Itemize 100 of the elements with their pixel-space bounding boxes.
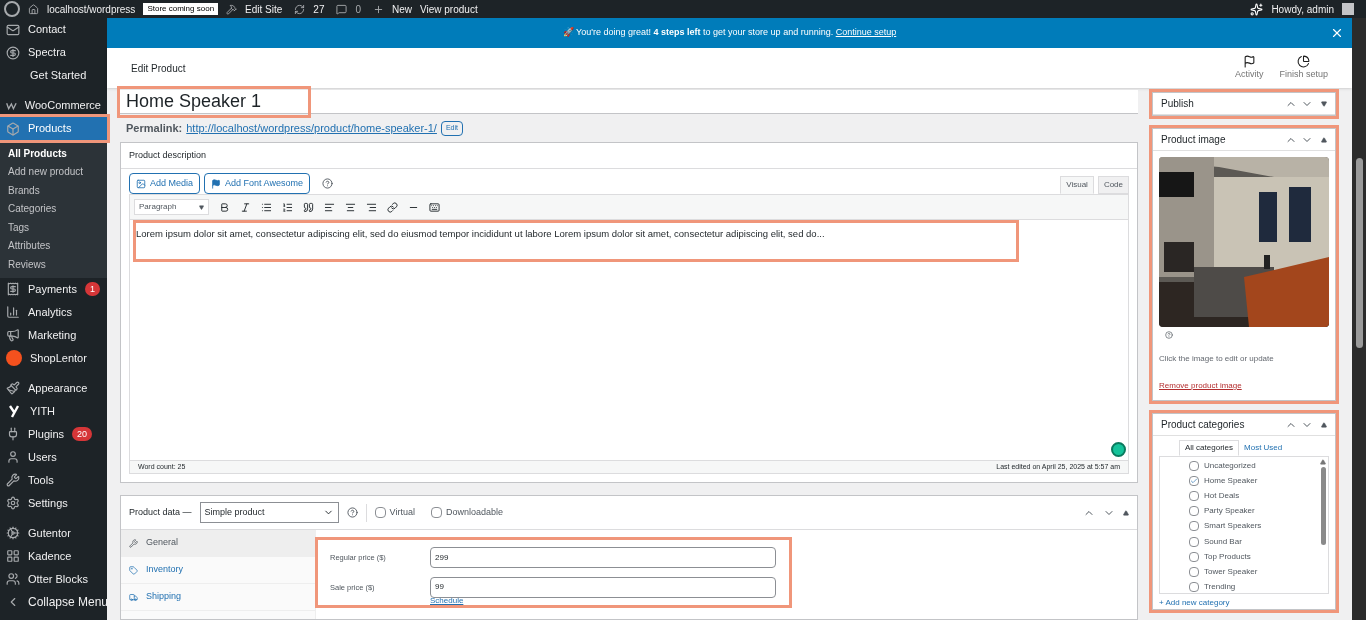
checkbox[interactable] [1189, 521, 1199, 532]
category-label[interactable]: Home Speaker [1204, 474, 1258, 487]
help-icon[interactable] [346, 507, 358, 518]
category-label[interactable]: Sound Bar [1204, 535, 1242, 548]
menu-item[interactable]: Gutentor [0, 521, 107, 545]
category-label[interactable]: Top Products [1204, 550, 1251, 563]
category-label[interactable]: Tower Speaker [1204, 565, 1258, 578]
menu-item[interactable]: Plugins 20 [0, 422, 107, 446]
align-right-icon[interactable] [366, 201, 377, 213]
checkbox[interactable] [1189, 582, 1199, 593]
bold-icon[interactable] [219, 201, 230, 213]
collapse-icon[interactable] [1123, 509, 1129, 516]
menu-item[interactable]: Products [0, 117, 107, 140]
category-tab[interactable]: All categories [1179, 440, 1240, 456]
menu-item[interactable]: ShopLentor [0, 346, 107, 370]
hammer-icon[interactable] [226, 3, 238, 15]
checkbox[interactable] [1189, 551, 1199, 562]
continue-setup-link[interactable]: Continue setup [835, 27, 897, 38]
edit-site-link[interactable]: Edit Site [245, 1, 283, 17]
menu-item[interactable]: Get Started [0, 64, 107, 87]
product-data-tab[interactable]: Shipping [121, 584, 315, 611]
quote-icon[interactable] [303, 201, 314, 213]
format-select[interactable]: Paragraph [134, 199, 209, 215]
product-data-tab[interactable]: General [121, 530, 315, 557]
menu-item[interactable]: Kadence [0, 544, 107, 568]
submenu-item[interactable]: Tags [0, 218, 107, 237]
caret-icon[interactable] [199, 204, 204, 210]
wrench-icon[interactable] [129, 538, 138, 548]
site-link[interactable]: localhost/wordpress [47, 1, 136, 17]
comments-count[interactable]: 0 [355, 1, 361, 17]
expand-icon[interactable] [1321, 100, 1327, 107]
comment-icon[interactable] [336, 3, 348, 15]
flag-icon[interactable] [1242, 54, 1256, 68]
category-label[interactable]: Party Speaker [1204, 505, 1255, 518]
help-icon[interactable] [321, 178, 333, 189]
schedule-link[interactable]: Schedule [430, 596, 777, 605]
category-tab[interactable]: Most Used [1239, 440, 1288, 456]
align-center-icon[interactable] [345, 201, 356, 213]
grammar-icon[interactable] [1111, 442, 1126, 457]
page-scrollbar[interactable] [1352, 18, 1366, 620]
truck-icon[interactable] [129, 592, 138, 602]
product-type-select[interactable]: Simple product [199, 502, 339, 523]
price-field[interactable]: 299 [430, 547, 776, 569]
add-category-link[interactable]: + Add new category [1159, 597, 1329, 609]
menu-item[interactable]: Marketing [0, 323, 107, 347]
category-label[interactable]: Trending [1204, 581, 1236, 593]
submenu-item[interactable]: All Products [0, 144, 107, 163]
menu-item[interactable]: YITH [0, 399, 107, 423]
menu-item[interactable]: Contact [0, 18, 107, 41]
price-field[interactable]: 99 [430, 576, 776, 598]
category-label[interactable]: Uncategorized [1204, 459, 1256, 472]
submenu-item[interactable]: Attributes [0, 236, 107, 255]
scroll-up-icon[interactable] [1320, 459, 1326, 465]
account-link[interactable]: Howdy, admin [1271, 1, 1334, 17]
home-icon[interactable] [28, 3, 39, 15]
checkbox[interactable] [1189, 566, 1199, 577]
menu-item[interactable]: Tools [0, 468, 107, 492]
menu-item[interactable]: Collapse Menu [0, 590, 107, 614]
media-button[interactable]: Add Media [129, 173, 201, 194]
product-data-tab[interactable]: Inventory [121, 557, 315, 584]
align-left-icon[interactable] [324, 201, 335, 213]
collapse-icon[interactable] [1321, 421, 1327, 428]
permalink-link[interactable]: http://localhost/wordpress/product/home-speaker-1/ [186, 119, 437, 137]
header-action-button[interactable]: Activity [1234, 54, 1264, 82]
menu-item[interactable]: Spectra [0, 41, 107, 64]
sparkle-icon[interactable] [1250, 2, 1264, 16]
remove-image-link[interactable]: Remove product image [1159, 380, 1329, 392]
link-icon[interactable] [387, 201, 398, 213]
plus-icon[interactable] [373, 3, 384, 15]
category-label[interactable]: Smart Speakers [1204, 520, 1262, 533]
menu-item[interactable]: Settings [0, 491, 107, 515]
menu-item[interactable]: Analytics [0, 300, 107, 324]
checkbox[interactable] [1189, 536, 1199, 547]
checkbox[interactable] [374, 507, 386, 518]
checkbox[interactable] [430, 507, 442, 518]
menu-item[interactable]: Appearance [0, 376, 107, 400]
checkbox[interactable] [1189, 460, 1199, 471]
toolbar-toggle-icon[interactable] [429, 201, 440, 213]
pie-chart-icon[interactable] [1297, 54, 1311, 68]
submenu-item[interactable]: Categories [0, 199, 107, 218]
view-product-link[interactable]: View product [420, 1, 478, 17]
bullet-list-icon[interactable] [261, 201, 272, 213]
new-link[interactable]: New [392, 1, 413, 17]
category-label[interactable]: Hot Deals [1204, 489, 1240, 502]
italic-icon[interactable] [240, 201, 251, 213]
updates-icon[interactable] [294, 3, 306, 15]
submenu-item[interactable]: Brands [0, 181, 107, 200]
menu-item[interactable]: WooCommerce [0, 94, 107, 117]
submenu-item[interactable]: Add new product [0, 162, 107, 181]
editor-tab[interactable]: Visual [1060, 176, 1094, 194]
checkbox-label[interactable]: Virtual [389, 505, 415, 520]
description-text[interactable]: Lorem ipsum dolor sit amet, consectetur adipiscing elit, sed do eiusmod tempor incididunt ut labore Lorem ipsum dolor sit amet, consectetur adipiscing elit, sed do... [136, 223, 1016, 259]
menu-item[interactable]: Otter Blocks [0, 567, 107, 591]
media-button[interactable]: Add Font Awesome [204, 173, 310, 194]
header-action-button[interactable]: Finish setup [1279, 54, 1328, 82]
checkbox[interactable] [1189, 490, 1199, 501]
collapse-icon[interactable] [1321, 136, 1327, 143]
close-icon[interactable] [1330, 26, 1344, 40]
checkbox-label[interactable]: Downloadable [445, 505, 503, 520]
menu-item[interactable]: Payments 1 [0, 277, 107, 301]
